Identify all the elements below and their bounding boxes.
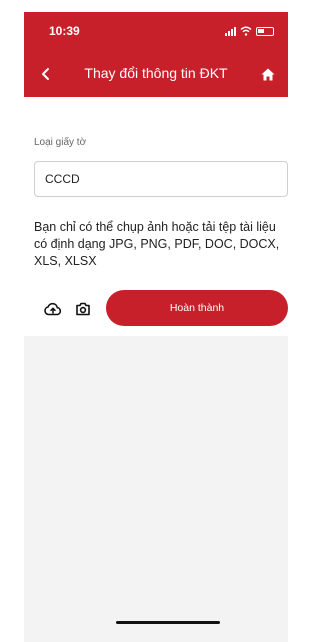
submit-button[interactable]: Hoàn thành (106, 290, 288, 326)
back-arrow-icon (42, 68, 49, 80)
camera-icon (76, 302, 90, 316)
phone-screen: 10:39 Thay đổi thông tin ĐKT Loại giấy t… (0, 0, 305, 642)
upload-button[interactable] (42, 298, 64, 320)
battery-icon (256, 26, 274, 36)
doc-type-label: Loại giấy tờ (34, 137, 87, 148)
form-content: Loại giấy tờ CCCD Bạn chỉ có thể chụp ản… (24, 97, 288, 642)
action-row: Hoàn thành (24, 290, 288, 326)
home-indicator (116, 621, 220, 624)
nav-bar: Thay đổi thông tin ĐKT (24, 62, 288, 86)
empty-panel (24, 336, 288, 642)
header-bar: 10:39 Thay đổi thông tin ĐKT (24, 12, 288, 97)
upload-cloud-icon (44, 302, 62, 316)
signal-icon (225, 26, 236, 36)
home-icon (261, 68, 275, 80)
camera-button[interactable] (72, 298, 94, 320)
status-time: 10:39 (49, 24, 80, 38)
wifi-icon (240, 26, 252, 36)
app-screen: 10:39 Thay đổi thông tin ĐKT Loại giấy t… (24, 12, 288, 642)
back-button[interactable] (34, 62, 58, 86)
page-title: Thay đổi thông tin ĐKT (84, 65, 228, 81)
doc-type-field[interactable]: CCCD (34, 161, 288, 197)
file-format-hint: Bạn chỉ có thể chụp ảnh hoặc tải tệp tài… (34, 220, 280, 268)
status-icons (225, 26, 274, 36)
home-button[interactable] (256, 62, 280, 86)
status-bar: 10:39 (24, 24, 288, 42)
